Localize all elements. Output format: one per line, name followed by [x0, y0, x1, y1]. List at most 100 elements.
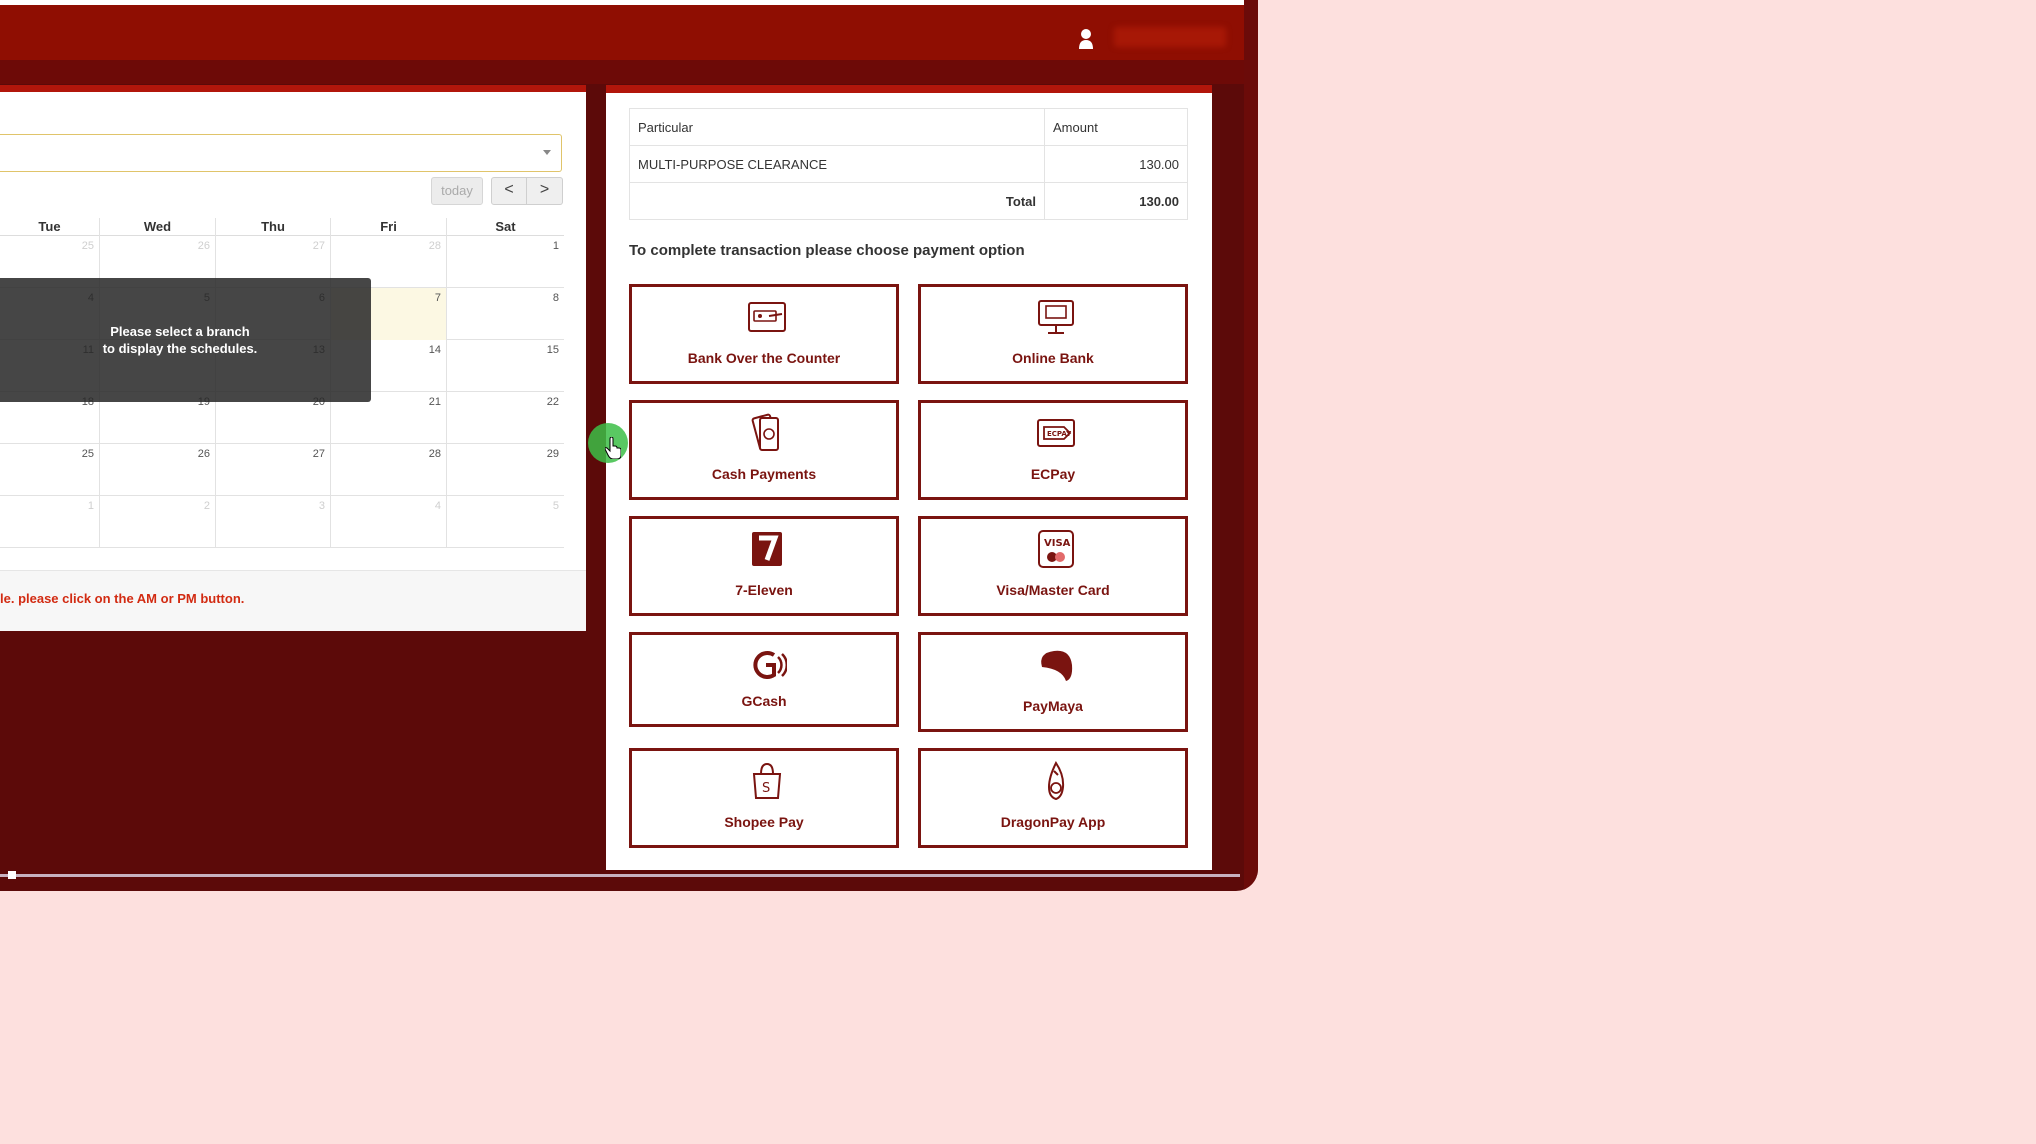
ecpay-icon: ECPAY: [1037, 419, 1075, 447]
calendar-day[interactable]: 25: [0, 444, 100, 496]
payment-option-label: Bank Over the Counter: [687, 350, 841, 366]
calendar-day[interactable]: 1: [447, 236, 564, 288]
today-button[interactable]: today: [431, 177, 483, 205]
overlay-text-line: to display the schedules.: [102, 341, 258, 356]
column-header-particular: Particular: [629, 108, 1045, 146]
day-number: 28: [428, 448, 441, 460]
calendar-day[interactable]: 22: [447, 392, 564, 444]
calendar-footer: le. please click on the AM or PM button.: [0, 570, 586, 631]
table-row: MULTI-PURPOSE CLEARANCE 130.00: [629, 145, 1188, 183]
payment-option-label: ECPay: [1030, 466, 1076, 482]
payment-instruction: To complete transaction please choose pa…: [629, 242, 1025, 259]
day-header: Fri: [331, 218, 447, 236]
app-window: today < > Tue Wed Thu Fri Sat 25 26 27 2…: [0, 0, 1258, 891]
calendar-week: 25 26 27 28 29: [0, 444, 564, 496]
calendar-week: 1 2 3 4 5: [0, 496, 564, 548]
total-label: Total: [629, 182, 1045, 220]
table-total-row: Total 130.00: [629, 182, 1188, 220]
online-bank-button[interactable]: Online Bank: [918, 284, 1188, 384]
payment-option-label: Shopee Pay: [724, 814, 804, 830]
am-pm-instruction: le. please click on the AM or PM button.: [0, 591, 245, 606]
calendar-day[interactable]: 15: [447, 340, 564, 392]
user-icon[interactable]: [1077, 27, 1095, 51]
gcash-icon: [753, 651, 787, 679]
day-number: 1: [87, 500, 94, 512]
bank-over-the-counter-button[interactable]: Bank Over the Counter: [629, 284, 899, 384]
payment-option-label: Cash Payments: [711, 466, 817, 482]
day-number: 15: [546, 344, 559, 356]
svg-text:ECPAY: ECPAY: [1047, 430, 1072, 438]
dragonpay-icon: [1047, 761, 1065, 801]
header-shadow: [0, 60, 1244, 84]
calendar-day[interactable]: 5: [447, 496, 564, 548]
seven-eleven-icon: [752, 532, 782, 566]
prev-month-button[interactable]: <: [491, 177, 527, 205]
chevron-down-icon: [543, 150, 551, 155]
cash-icon: [751, 413, 779, 451]
visa-master-card-button[interactable]: VISA Visa/Master Card: [918, 516, 1188, 616]
calendar-day-headers: Tue Wed Thu Fri Sat: [0, 218, 564, 236]
online-bank-icon: [1038, 300, 1074, 334]
calendar-day[interactable]: 29: [447, 444, 564, 496]
day-number: 26: [197, 448, 210, 460]
payment-option-label: GCash: [741, 693, 787, 709]
resize-handle[interactable]: [8, 871, 16, 879]
calendar-day[interactable]: 3: [216, 496, 331, 548]
day-number: 3: [318, 500, 325, 512]
svg-text:VISA: VISA: [1044, 538, 1071, 549]
select-branch-overlay: Please select a branch to display the sc…: [0, 278, 371, 402]
dragonpay-app-button[interactable]: DragonPay App: [918, 748, 1188, 848]
day-header: Tue: [0, 218, 100, 236]
day-number: 27: [312, 240, 325, 252]
calendar-day[interactable]: 1: [0, 496, 100, 548]
fee-amount: 130.00: [1044, 145, 1188, 183]
next-month-button[interactable]: >: [527, 177, 563, 205]
day-number: 21: [428, 396, 441, 408]
day-number: 7: [434, 292, 441, 304]
ecpay-button[interactable]: ECPAY ECPay: [918, 400, 1188, 500]
day-header: Wed: [100, 218, 216, 236]
gcash-button[interactable]: GCash: [629, 632, 899, 727]
payment-option-label: 7-Eleven: [735, 582, 793, 598]
day-number: 22: [546, 396, 559, 408]
payment-option-label: Visa/Master Card: [996, 582, 1110, 598]
bank-counter-icon: [748, 302, 786, 332]
branch-select[interactable]: [0, 134, 562, 172]
day-number: 29: [546, 448, 559, 460]
paymaya-button[interactable]: PayMaya: [918, 632, 1188, 732]
day-number: 2: [203, 500, 210, 512]
calendar-day[interactable]: 8: [447, 288, 564, 340]
day-number: 25: [81, 448, 94, 460]
user-name-blurred[interactable]: [1114, 27, 1226, 47]
table-header-row: Particular Amount: [629, 108, 1188, 146]
day-header: Thu: [216, 218, 331, 236]
payment-panel: Particular Amount MULTI-PURPOSE CLEARANC…: [606, 85, 1212, 870]
payment-option-label: PayMaya: [1023, 698, 1083, 714]
day-number: 14: [428, 344, 441, 356]
calendar-day[interactable]: 26: [100, 444, 216, 496]
calendar-day[interactable]: 28: [331, 444, 447, 496]
svg-text:S: S: [762, 781, 770, 796]
visa-card-icon: VISA: [1038, 530, 1074, 568]
shopee-pay-button[interactable]: S Shopee Pay: [629, 748, 899, 848]
seven-eleven-button[interactable]: 7-Eleven: [629, 516, 899, 616]
payment-option-label: Online Bank: [1012, 350, 1094, 366]
shopee-pay-icon: S: [752, 762, 782, 799]
day-number: 1: [552, 240, 559, 252]
day-number: 27: [312, 448, 325, 460]
window-edge: [1244, 0, 1258, 891]
day-header: Sat: [495, 219, 516, 234]
fee-table: Particular Amount MULTI-PURPOSE CLEARANC…: [629, 108, 1188, 220]
day-number: 28: [428, 240, 441, 252]
calendar-day[interactable]: 27: [216, 444, 331, 496]
day-number: 5: [552, 500, 559, 512]
calendar-day[interactable]: 2: [100, 496, 216, 548]
day-number: 25: [81, 240, 94, 252]
total-amount: 130.00: [1044, 182, 1188, 220]
cash-payments-button[interactable]: Cash Payments: [629, 400, 899, 500]
paymaya-icon: [1041, 650, 1073, 681]
overlay-text-line: Please select a branch: [110, 324, 250, 339]
calendar-day[interactable]: 4: [331, 496, 447, 548]
schedule-panel: today < > Tue Wed Thu Fri Sat 25 26 27 2…: [0, 85, 586, 631]
day-number: 8: [552, 292, 559, 304]
